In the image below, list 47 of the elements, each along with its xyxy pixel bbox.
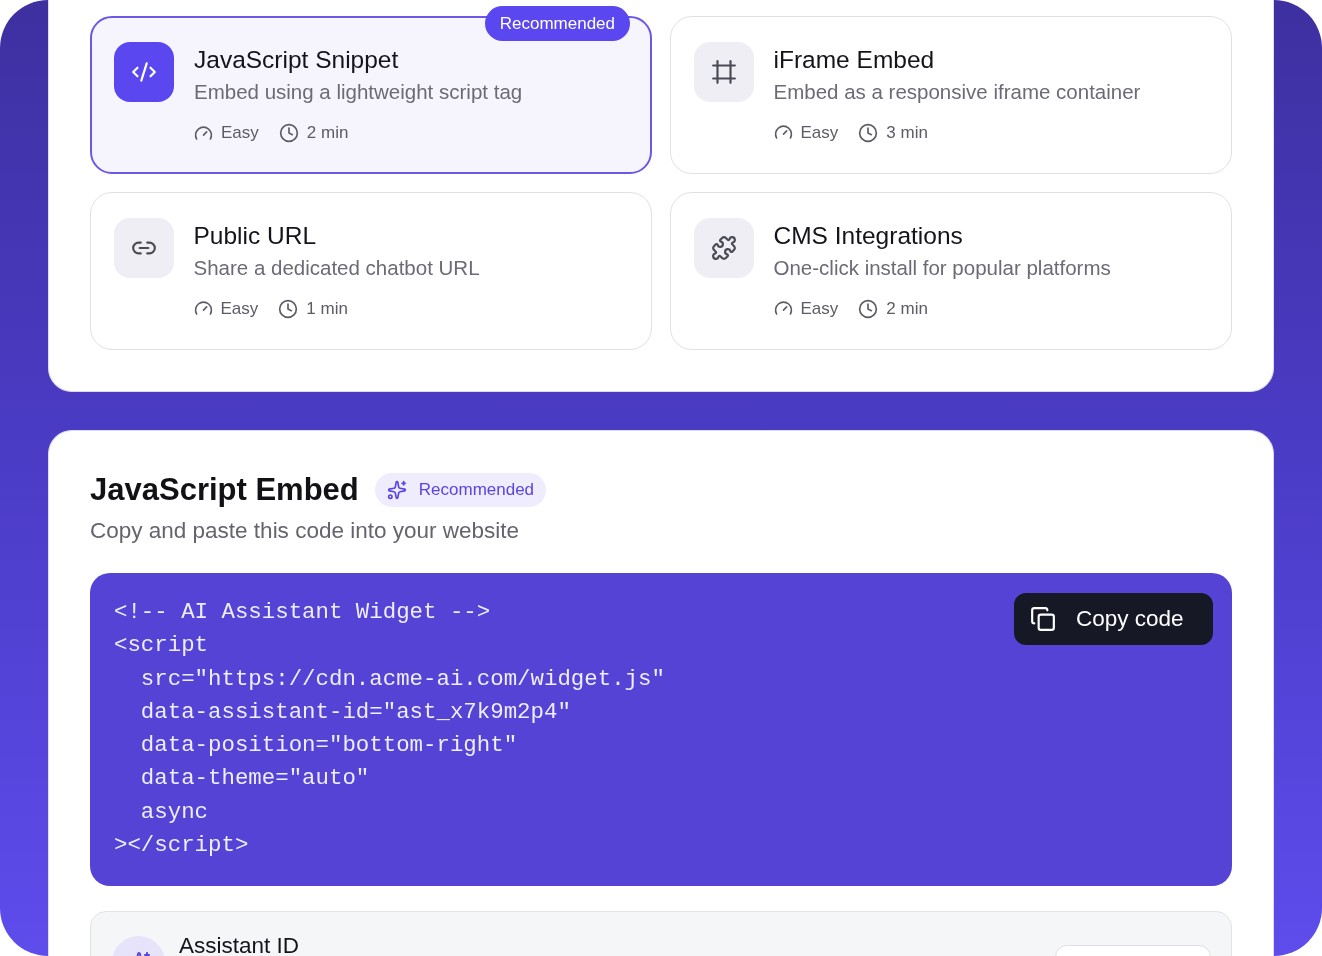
code-line: src="https://cdn.acme-ai.com/widget.js" bbox=[139, 664, 665, 694]
option-title: CMS Integrations bbox=[773, 221, 964, 250]
gauge-icon bbox=[193, 299, 213, 318]
option-card[interactable]: CMS Integrations One-click install for popular platforms Easy 2 min bbox=[670, 192, 1232, 350]
gauge-icon bbox=[773, 123, 793, 142]
panel-title: JavaScript Embed bbox=[90, 472, 359, 508]
option-title: JavaScript Snippet bbox=[194, 46, 400, 74]
link-icon bbox=[113, 217, 174, 278]
gauge-icon bbox=[194, 123, 213, 143]
difficulty-label: Easy bbox=[800, 121, 839, 144]
code-icon bbox=[114, 42, 174, 102]
option-description: Share a dedicated chatbot URL bbox=[193, 254, 480, 281]
copy-icon bbox=[1030, 606, 1056, 632]
badge-text: Recommended bbox=[418, 480, 535, 500]
puzzle-icon bbox=[693, 217, 754, 278]
duration-label: 2 min bbox=[886, 297, 928, 320]
code-line: data-assistant-id="ast_x7k9m2p4" bbox=[139, 697, 571, 727]
option-description: Embed as a responsive iframe container bbox=[773, 78, 1141, 105]
option-title: Public URL bbox=[193, 221, 318, 250]
hash-icon bbox=[693, 41, 754, 102]
option-description: Embed using a lightweight script tag bbox=[194, 79, 523, 105]
duration-label: 1 min bbox=[306, 297, 348, 320]
clock-icon bbox=[278, 123, 299, 143]
code-line: async bbox=[139, 797, 209, 827]
copy-button[interactable]: Copy code bbox=[1014, 593, 1213, 645]
option-card[interactable]: iFrame Embed Embed as a responsive iframe container Easy 3 min bbox=[670, 16, 1232, 174]
code-line: ></script> bbox=[114, 831, 249, 861]
duration-label: 3 min bbox=[886, 121, 928, 144]
gauge-icon bbox=[773, 299, 793, 318]
clock-icon bbox=[858, 298, 879, 319]
assistant-id-label: Assistant ID bbox=[179, 934, 300, 956]
code-line: <script bbox=[114, 631, 209, 661]
sparkle-icon bbox=[386, 480, 407, 500]
difficulty-label: Easy bbox=[800, 297, 839, 320]
code-line: <!-- AI Assistant Widget --> bbox=[114, 598, 491, 627]
option-card[interactable]: Public URL Share a dedicated chatbot URL Easy 1 min bbox=[90, 192, 652, 350]
code-line: data-theme="auto" bbox=[139, 764, 370, 794]
duration-label: 2 min bbox=[306, 122, 349, 144]
option-description: One-click install for popular platforms bbox=[773, 254, 1111, 281]
clock-icon bbox=[278, 298, 299, 319]
difficulty-label: Easy bbox=[221, 122, 259, 144]
clock-icon bbox=[858, 122, 879, 143]
option-title: iFrame Embed bbox=[773, 45, 936, 74]
code-line: data-position="bottom-right" bbox=[139, 731, 518, 761]
recommended-badge: Recommended bbox=[484, 6, 630, 41]
panel-subtitle: Copy and paste this code into your website bbox=[90, 517, 520, 545]
difficulty-label: Easy bbox=[220, 297, 259, 320]
